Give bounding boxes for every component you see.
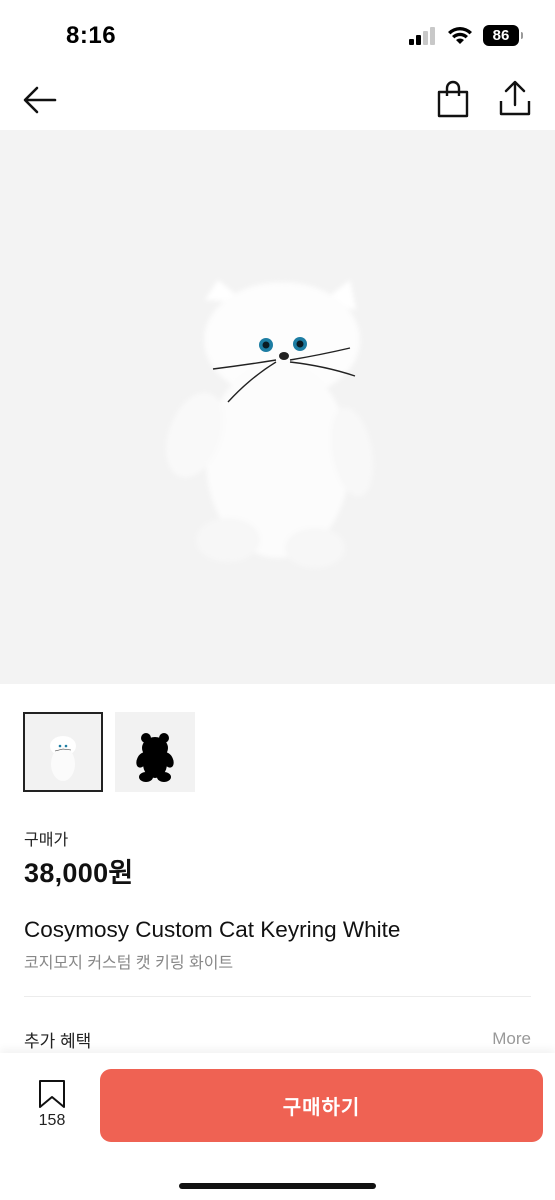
- benefits-label: 추가 혜택: [24, 1032, 92, 1051]
- black-bear-thumbnail-image: [136, 733, 174, 782]
- product-title-ko: 코지모지 커스텀 캣 키링 화이트: [24, 955, 234, 972]
- product-main-image[interactable]: [0, 130, 555, 684]
- status-icons: 86: [409, 25, 523, 46]
- top-nav: [0, 70, 555, 130]
- share-icon[interactable]: [497, 79, 533, 117]
- price-label: 구매가: [24, 832, 69, 849]
- benefits-more-link[interactable]: More: [492, 1029, 531, 1049]
- thumbnail-white-cat[interactable]: [23, 712, 103, 792]
- thumbnail-black-bear[interactable]: [115, 712, 195, 792]
- product-title-en: Cosymosy Custom Cat Keyring White: [24, 917, 401, 942]
- bookmark-icon: [39, 1080, 65, 1108]
- shopping-bag-icon[interactable]: [436, 80, 470, 118]
- back-arrow-icon[interactable]: [22, 82, 58, 118]
- status-time: 8:16: [66, 22, 117, 49]
- white-cat-thumbnail-image: [50, 736, 76, 781]
- bottom-action-bar: 158 구매하기: [0, 1053, 555, 1200]
- wifi-icon: [448, 27, 472, 44]
- price-value: 38,000원: [24, 858, 134, 888]
- section-divider: [24, 996, 531, 997]
- thumbnail-strip: [23, 712, 195, 792]
- signal-icon: [409, 26, 435, 45]
- home-indicator: [179, 1183, 376, 1189]
- status-bar: 8:16 86: [0, 0, 555, 70]
- bookmark-count: 158: [38, 1112, 66, 1129]
- buy-button[interactable]: 구매하기: [100, 1069, 543, 1142]
- white-cat-keyring-image: [166, 280, 374, 568]
- battery-icon: 86: [483, 25, 523, 46]
- bookmark-button[interactable]: 158: [30, 1079, 74, 1139]
